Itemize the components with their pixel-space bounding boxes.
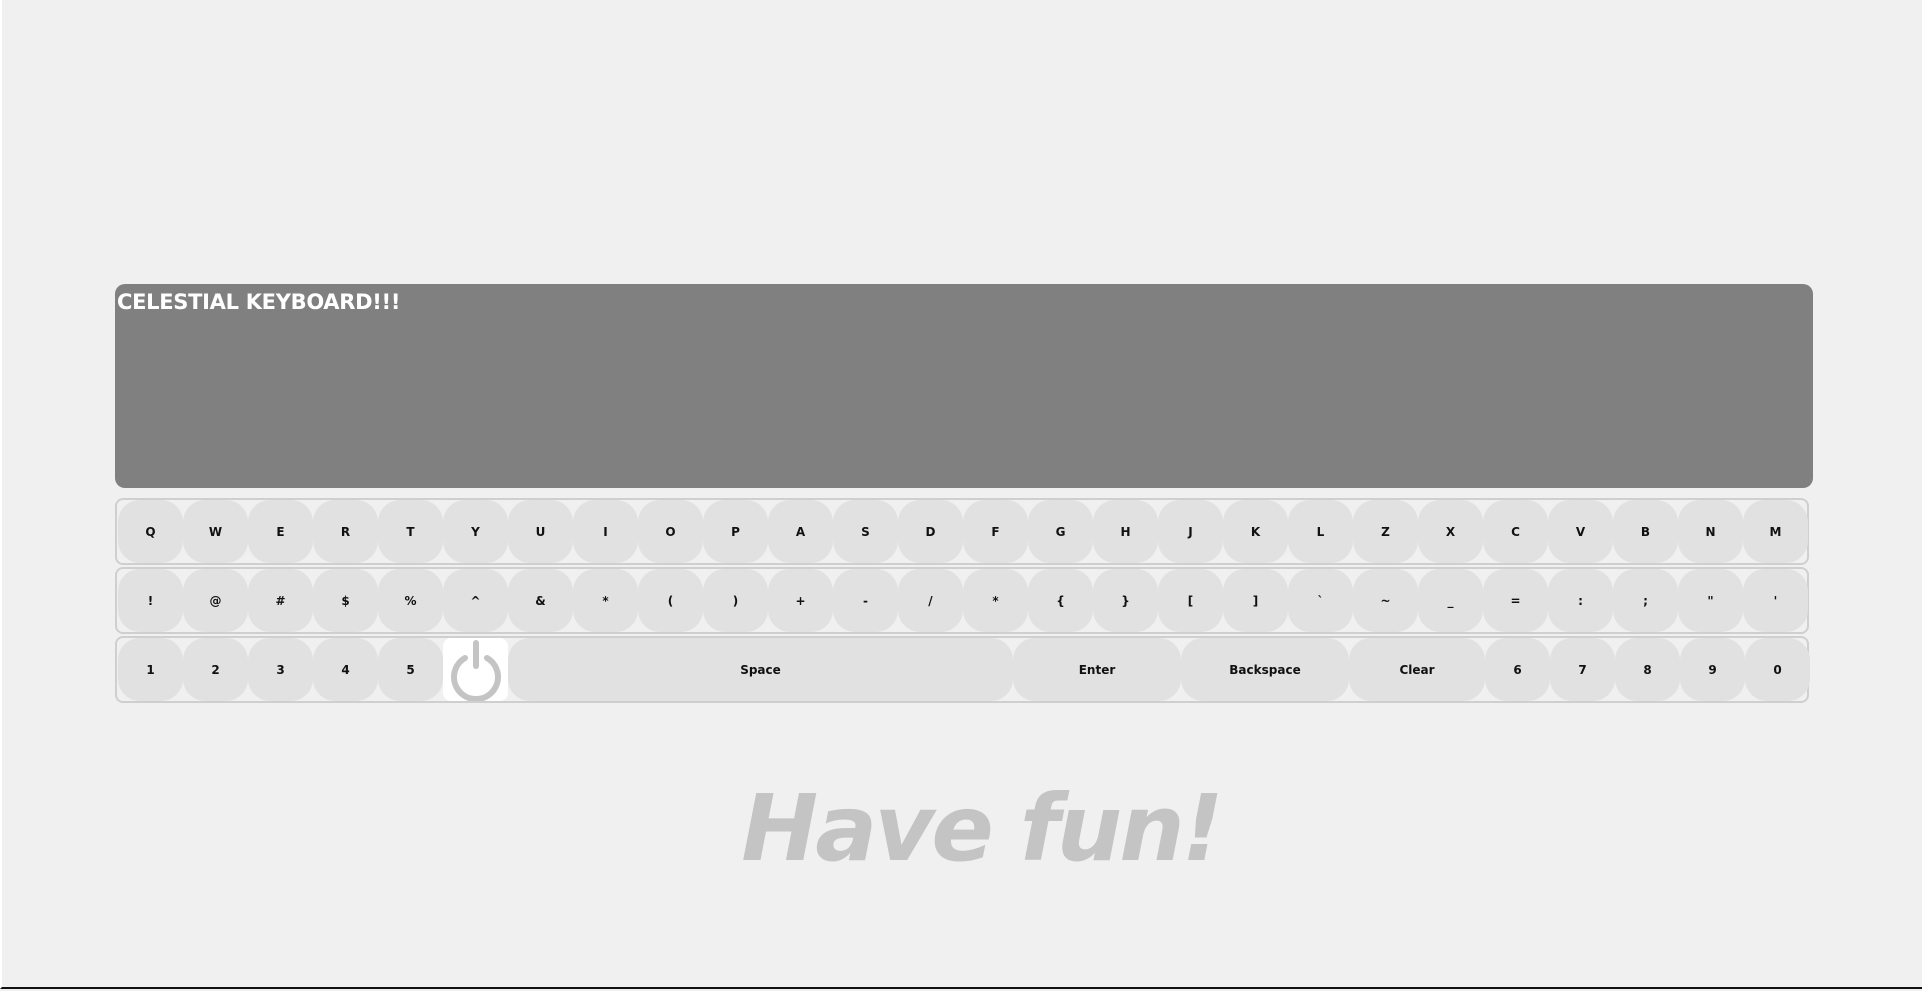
- symbol-key[interactable]: (: [638, 569, 703, 632]
- letter-key[interactable]: O: [638, 500, 703, 563]
- space-key[interactable]: Space: [508, 638, 1013, 701]
- symbol-key[interactable]: ;: [1613, 569, 1678, 632]
- symbol-key[interactable]: ': [1743, 569, 1808, 632]
- key-8[interactable]: 8: [1615, 638, 1680, 701]
- letter-key[interactable]: S: [833, 500, 898, 563]
- letter-key[interactable]: R: [313, 500, 378, 563]
- letter-key[interactable]: J: [1158, 500, 1223, 563]
- letter-key[interactable]: E: [248, 500, 313, 563]
- key-9[interactable]: 9: [1680, 638, 1745, 701]
- symbol-key[interactable]: @: [183, 569, 248, 632]
- letter-key[interactable]: M: [1743, 500, 1808, 563]
- letter-key[interactable]: G: [1028, 500, 1093, 563]
- symbol-key[interactable]: }: [1093, 569, 1158, 632]
- letter-key[interactable]: D: [898, 500, 963, 563]
- symbol-row: ! @ # $% ^ & *() + - / *{}[] ` ~ _ =:; " ': [115, 567, 1809, 634]
- power-button[interactable]: [443, 638, 508, 701]
- letter-key[interactable]: A: [768, 500, 833, 563]
- key-0[interactable]: 0: [1745, 638, 1810, 701]
- clear-key[interactable]: Clear: [1349, 638, 1485, 701]
- letter-key[interactable]: Z: [1353, 500, 1418, 563]
- key-7[interactable]: 7: [1550, 638, 1615, 701]
- letter-key[interactable]: Y: [443, 500, 508, 563]
- letter-key[interactable]: N: [1678, 500, 1743, 563]
- enter-key[interactable]: Enter: [1013, 638, 1181, 701]
- keyboard-display: CELESTIAL KEYBOARD!!!: [115, 284, 1813, 488]
- symbol-key[interactable]: $: [313, 569, 378, 632]
- letter-row: QWERTYUIOPASDFGHJKLZXCVBNM: [115, 498, 1809, 565]
- letter-key[interactable]: W: [183, 500, 248, 563]
- symbol-key[interactable]: /: [898, 569, 963, 632]
- letter-key[interactable]: V: [1548, 500, 1613, 563]
- letter-key[interactable]: U: [508, 500, 573, 563]
- symbol-key[interactable]: [: [1158, 569, 1223, 632]
- letter-key[interactable]: F: [963, 500, 1028, 563]
- symbol-key[interactable]: =: [1483, 569, 1548, 632]
- letter-key[interactable]: C: [1483, 500, 1548, 563]
- symbol-key[interactable]: +: [768, 569, 833, 632]
- backspace-key[interactable]: Backspace: [1181, 638, 1349, 701]
- symbol-key[interactable]: *: [963, 569, 1028, 632]
- letter-key[interactable]: B: [1613, 500, 1678, 563]
- symbol-key[interactable]: #: [248, 569, 313, 632]
- letter-key[interactable]: H: [1093, 500, 1158, 563]
- symbol-key[interactable]: {: [1028, 569, 1093, 632]
- symbol-key[interactable]: &: [508, 569, 573, 632]
- letter-key[interactable]: X: [1418, 500, 1483, 563]
- symbol-key[interactable]: ~: [1353, 569, 1418, 632]
- letter-key[interactable]: T: [378, 500, 443, 563]
- symbol-key[interactable]: :: [1548, 569, 1613, 632]
- power-icon: [450, 640, 501, 701]
- key-4[interactable]: 4: [313, 638, 378, 701]
- symbol-key[interactable]: ): [703, 569, 768, 632]
- symbol-key[interactable]: %: [378, 569, 443, 632]
- tagline: Have fun!: [741, 775, 1223, 882]
- display-text: CELESTIAL KEYBOARD!!!: [117, 290, 401, 314]
- symbol-key[interactable]: *: [573, 569, 638, 632]
- key-1[interactable]: 1: [118, 638, 183, 701]
- symbol-key[interactable]: ]: [1223, 569, 1288, 632]
- bottom-row: 1 2 3 4 5 Space Enter Backspace Clear 6 …: [115, 636, 1810, 703]
- letter-key[interactable]: K: [1223, 500, 1288, 563]
- symbol-key[interactable]: -: [833, 569, 898, 632]
- symbol-key[interactable]: `: [1288, 569, 1353, 632]
- letter-key[interactable]: L: [1288, 500, 1353, 563]
- letter-key[interactable]: I: [573, 500, 638, 563]
- key-3[interactable]: 3: [248, 638, 313, 701]
- letter-key[interactable]: P: [703, 500, 768, 563]
- key-2[interactable]: 2: [183, 638, 248, 701]
- letter-key[interactable]: Q: [118, 500, 183, 563]
- key-6[interactable]: 6: [1485, 638, 1550, 701]
- symbol-key[interactable]: !: [118, 569, 183, 632]
- key-5[interactable]: 5: [378, 638, 443, 701]
- symbol-key[interactable]: ": [1678, 569, 1743, 632]
- symbol-key[interactable]: ^: [443, 569, 508, 632]
- symbol-key[interactable]: _: [1418, 569, 1483, 632]
